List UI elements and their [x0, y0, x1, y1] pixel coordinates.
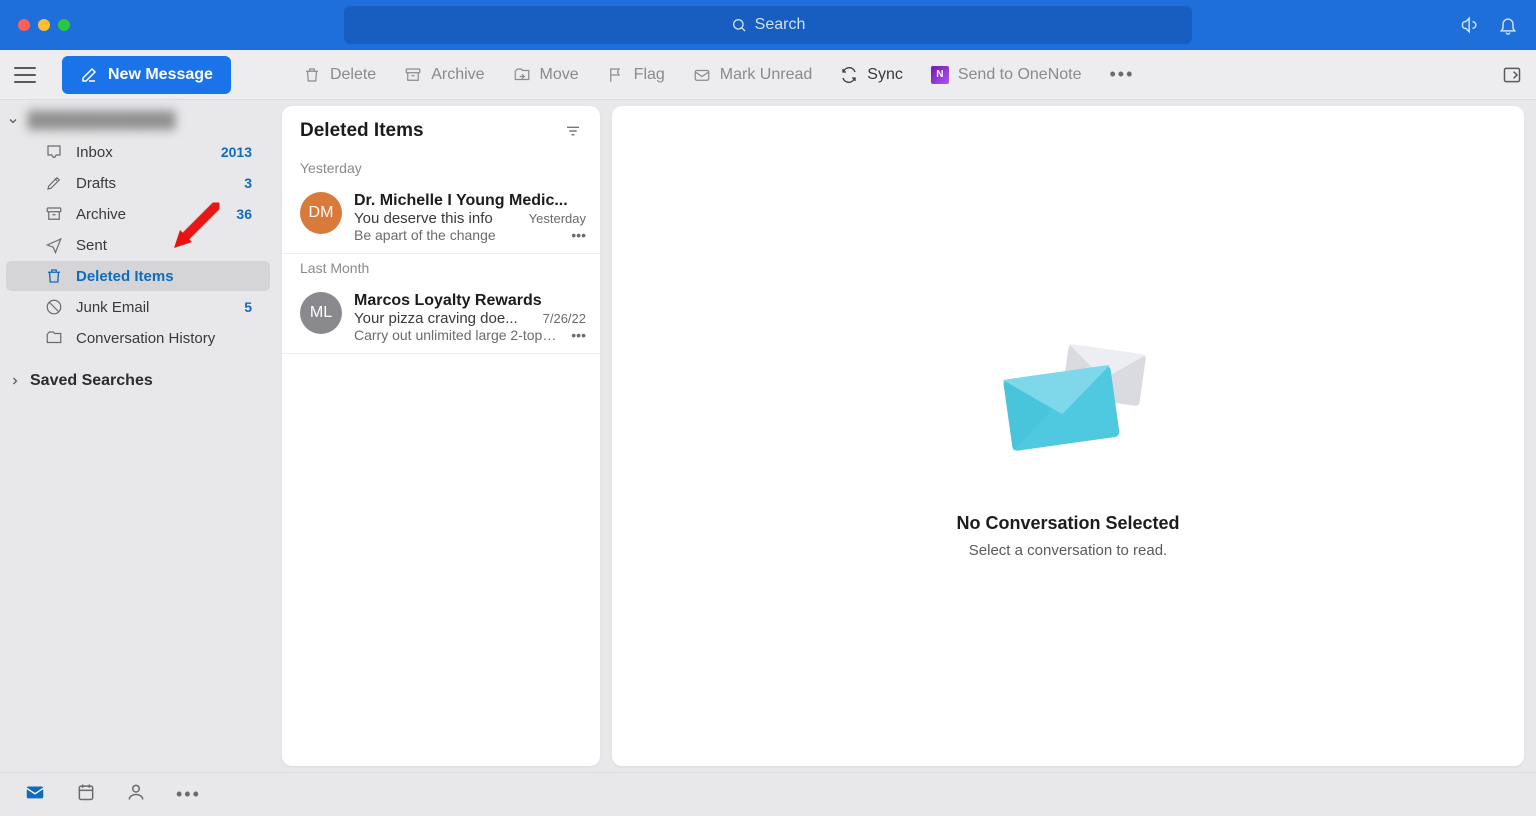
more-apps-button[interactable]: •••	[176, 784, 201, 805]
folder-label: Conversation History	[76, 330, 215, 347]
archive-icon	[404, 66, 422, 84]
more-actions-button[interactable]: •••	[1110, 64, 1135, 85]
folder-deleted-items[interactable]: Deleted Items	[6, 261, 270, 291]
folder-label: Junk Email	[76, 299, 149, 316]
avatar: DM	[300, 192, 342, 234]
folder-count: 3	[244, 175, 252, 191]
compose-icon	[80, 66, 98, 84]
sync-button[interactable]: Sync	[840, 66, 903, 84]
pane-toggle-icon[interactable]	[1502, 65, 1522, 85]
folder-archive[interactable]: Archive 36	[6, 199, 270, 229]
search-input[interactable]: Search	[344, 6, 1192, 44]
folder-drafts[interactable]: Drafts 3	[6, 168, 270, 198]
folder-conversation-history[interactable]: Conversation History	[6, 323, 270, 353]
message-from: Marcos Loyalty Rewards	[354, 292, 586, 310]
move-icon	[513, 66, 531, 84]
people-tab-button[interactable]	[126, 782, 146, 807]
search-placeholder: Search	[755, 16, 806, 34]
message-item[interactable]: DM Dr. Michelle I Young Medic... You des…	[282, 182, 600, 254]
junk-icon	[44, 297, 64, 317]
sync-icon	[840, 66, 858, 84]
folder-count: 5	[244, 299, 252, 315]
flag-button[interactable]: Flag	[607, 66, 665, 84]
message-date: 7/26/22	[543, 311, 586, 326]
message-menu-icon[interactable]: •••	[571, 227, 586, 243]
mail-icon	[693, 66, 711, 84]
maximize-window-button[interactable]	[58, 19, 70, 31]
saved-searches-header[interactable]: Saved Searches	[0, 354, 276, 396]
send-to-onenote-button[interactable]: N Send to OneNote	[931, 66, 1082, 84]
message-preview: Be apart of the change	[354, 227, 563, 243]
calendar-tab-button[interactable]	[76, 782, 96, 807]
sent-icon	[44, 235, 64, 255]
folder-label: Sent	[76, 237, 107, 254]
chevron-right-icon	[8, 374, 22, 388]
filter-icon[interactable]	[564, 122, 582, 140]
message-from: Dr. Michelle I Young Medic...	[354, 192, 586, 210]
trash-icon	[303, 66, 321, 84]
inbox-icon	[44, 142, 64, 162]
toolbar: New Message Delete Archive Move Flag Mar…	[0, 50, 1536, 100]
message-item[interactable]: ML Marcos Loyalty Rewards Your pizza cra…	[282, 282, 600, 354]
new-message-label: New Message	[108, 66, 213, 84]
folder-count: 2013	[221, 144, 252, 160]
message-list-panel: Deleted Items YesterdayDM Dr. Michelle I…	[282, 106, 600, 766]
folder-label: Inbox	[76, 144, 113, 161]
message-date: Yesterday	[529, 211, 586, 226]
delete-button[interactable]: Delete	[303, 66, 376, 84]
folder-icon	[44, 328, 64, 348]
folder-inbox[interactable]: Inbox 2013	[6, 137, 270, 167]
mail-tab-button[interactable]	[24, 781, 46, 808]
message-preview: Carry out unlimited large 2-toppi...	[354, 327, 563, 343]
date-separator: Last Month	[282, 254, 600, 282]
avatar: ML	[300, 292, 342, 334]
message-subject: You deserve this info	[354, 210, 521, 227]
message-list-title: Deleted Items	[300, 120, 424, 142]
sidebar: ████████████ Inbox 2013 Drafts 3 Archive…	[0, 100, 276, 772]
flag-icon	[607, 66, 625, 84]
saved-searches-label: Saved Searches	[30, 372, 153, 390]
archive-icon	[44, 204, 64, 224]
new-message-button[interactable]: New Message	[62, 56, 231, 94]
folder-label: Deleted Items	[76, 268, 174, 285]
search-icon	[731, 17, 747, 33]
archive-button[interactable]: Archive	[404, 66, 484, 84]
titlebar: Search	[0, 0, 1536, 50]
folder-count: 36	[236, 206, 252, 222]
chevron-down-icon	[6, 114, 20, 128]
folder-junk-email[interactable]: Junk Email 5	[6, 292, 270, 322]
bottombar: •••	[0, 772, 1536, 816]
minimize-window-button[interactable]	[38, 19, 50, 31]
bell-icon[interactable]	[1498, 15, 1518, 35]
message-menu-icon[interactable]: •••	[571, 327, 586, 343]
empty-illustration	[983, 314, 1153, 489]
megaphone-icon[interactable]	[1460, 15, 1480, 35]
empty-subtitle: Select a conversation to read.	[969, 542, 1167, 559]
account-header[interactable]: ████████████	[0, 106, 276, 136]
window-controls	[18, 19, 70, 31]
date-separator: Yesterday	[282, 154, 600, 182]
reading-pane: No Conversation Selected Select a conver…	[612, 106, 1524, 766]
more-icon: •••	[1110, 64, 1135, 85]
folder-sent[interactable]: Sent	[6, 230, 270, 260]
message-subject: Your pizza craving doe...	[354, 310, 535, 327]
empty-title: No Conversation Selected	[956, 513, 1179, 534]
folder-label: Drafts	[76, 175, 116, 192]
drafts-icon	[44, 173, 64, 193]
folder-label: Archive	[76, 206, 126, 223]
move-button[interactable]: Move	[513, 66, 579, 84]
account-name: ████████████	[28, 112, 176, 130]
close-window-button[interactable]	[18, 19, 30, 31]
mark-unread-button[interactable]: Mark Unread	[693, 66, 812, 84]
onenote-icon: N	[931, 66, 949, 84]
hamburger-menu-button[interactable]	[14, 67, 36, 83]
trash-icon	[44, 266, 64, 286]
